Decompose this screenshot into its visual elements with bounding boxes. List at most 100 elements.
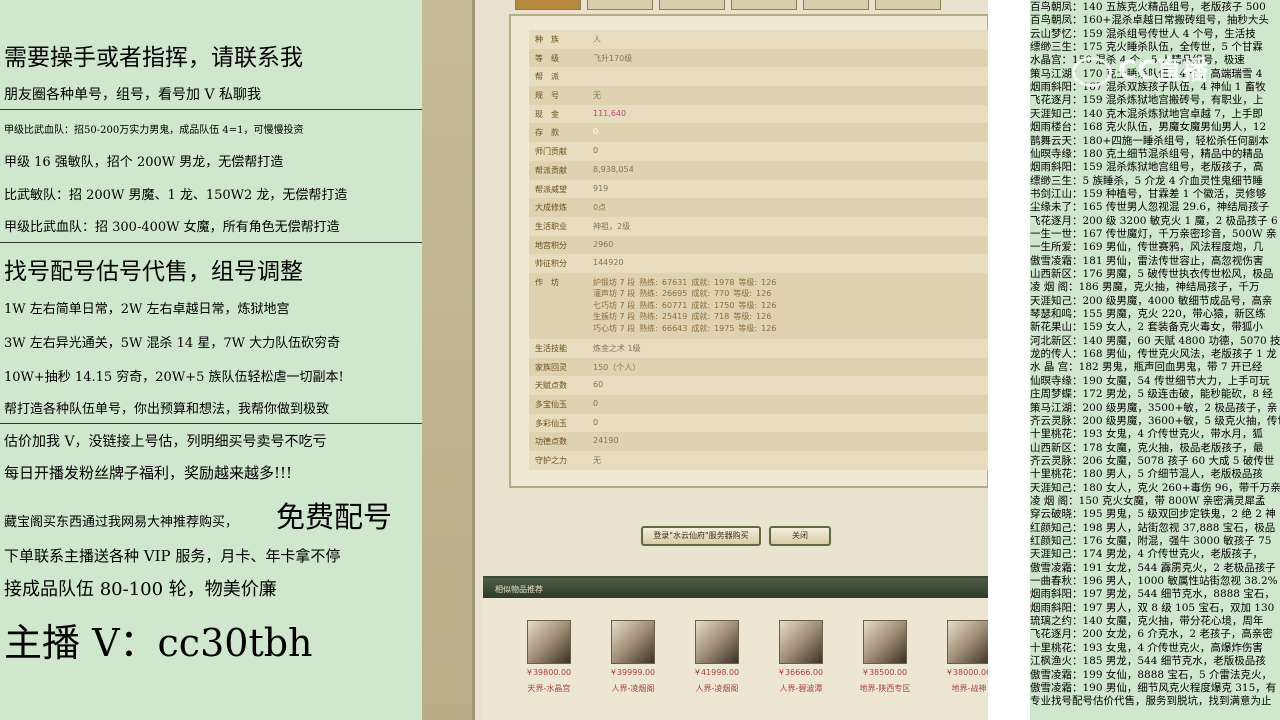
rec-server-name: 人界-凌烟阁 — [611, 684, 655, 693]
character-portrait-icon[interactable] — [779, 620, 823, 664]
info-key: 守护之力 — [535, 456, 567, 466]
cc-watermark: CC直播 — [1072, 50, 1242, 90]
info-key: 现 金 — [535, 109, 559, 119]
character-portrait-icon[interactable] — [863, 620, 907, 664]
character-portrait-icon[interactable] — [695, 620, 739, 664]
rec-server-name: 人界-凌烟阁 — [695, 684, 739, 693]
divider-strip — [988, 0, 1030, 720]
divider — [0, 109, 422, 110]
info-row: 规 号无 — [529, 86, 988, 105]
workshop-item: 灌声坊 7 段熟练: 26695 成就: 770 等级: 126 — [593, 288, 775, 299]
currency-symbol: ¥ — [862, 668, 868, 677]
ticker-line: 天涯知己：200 级男魔，4000 敏细节成品号，高亲 — [1030, 294, 1273, 307]
ticker-line: 策马江湖：200 级男魔，3500+敏，2 极品孩子，亲 — [1030, 401, 1278, 414]
divider — [0, 242, 422, 243]
tab-6[interactable] — [875, 0, 941, 10]
workshop-fame: 1750 — [714, 300, 735, 310]
workshop-item: 炉锻坊 7 段熟练: 67631 成就: 1978 等级: 126 — [593, 277, 780, 288]
workshop-name: 生簇坊 7 段 — [593, 312, 636, 322]
ticker-line: 烟雨斜阳：159 混杀炼狱地宫组号，老版孩子，高 — [1030, 161, 1264, 174]
ticker-line: 缥缈三生：5 族睡杀，5 介龙 4 介血灵性鬼细节睡 — [1030, 174, 1263, 187]
ticker-line: 天涯知己：180 女人，克火 260+毒伤 96，带千万亲 — [1030, 481, 1280, 494]
rec-price-value: 41998.00 — [700, 668, 740, 677]
info-value: 0 — [593, 399, 599, 408]
rec-item[interactable]: ¥41998.00 人界-凌烟阁 — [679, 620, 755, 694]
workshop-prof-label: 熟练: — [639, 323, 658, 333]
info-key: 帅征积分 — [535, 259, 567, 269]
ticker-line: 飞花逐月：200 级 3200 敏克火 1 魔，2 极品孩子 6 — [1030, 214, 1278, 227]
workshop-lvl: 126 — [756, 312, 772, 322]
rec-item[interactable]: ¥39999.00 人界-凌烟阁 — [595, 620, 671, 694]
ticker-line: 齐云灵脉：206 女魔，5078 孩子 60 大成 5 破传世 — [1030, 454, 1275, 467]
info-row: 帅征积分 144920 — [529, 254, 988, 273]
rec-item[interactable]: ¥38000.00 地界-战神 — [931, 620, 988, 694]
ticker-line: 琴瑟和鸣：155 男魔，克火 220，带心猿，新区练 — [1030, 308, 1266, 321]
workshop-fame-label: 成就: — [691, 312, 711, 322]
info-row: 多宝仙玉 0 — [529, 395, 988, 414]
info-value: 111,640 — [593, 108, 627, 118]
character-portrait-icon[interactable] — [947, 620, 988, 664]
info-key: 帮派威望 — [535, 184, 567, 194]
scene-background — [422, 0, 472, 720]
character-portrait-icon[interactable] — [527, 620, 571, 664]
tab-3[interactable] — [659, 0, 725, 10]
tab-2[interactable] — [587, 0, 653, 10]
info-row: 大成修炼 0点 — [529, 198, 988, 217]
ticker-line: 齐云灵脉：200 级男魔，3600+敏，5 级克火抽，传世 — [1030, 414, 1280, 427]
info-row: 帮派贡献 8,938,054 — [529, 160, 988, 180]
info-key: 师门贡献 — [535, 147, 567, 157]
currency-symbol: ¥ — [946, 668, 952, 677]
workshop-prof: 60771 — [661, 300, 688, 310]
rec-item[interactable]: ¥39800.00 天界-水晶宫 — [511, 620, 587, 694]
ticker-line: 山西新区：176 男魔，5 破传世执衣传世松风，极品 — [1030, 268, 1274, 280]
rec-item[interactable]: ¥36666.00 人界-碧波潭 — [763, 620, 839, 694]
info-value: 60 — [593, 380, 604, 390]
workshop-name: 灌声坊 7 段 — [593, 289, 636, 299]
info-value: 150（个人） — [593, 362, 641, 372]
workshop-fame: 1978 — [714, 277, 735, 287]
info-value: 0 — [593, 146, 599, 156]
info-key: 种 族 — [535, 35, 559, 44]
character-info-panel: 种 族人等 级飞升170级帮 派规 号无现 金 111,640 存 款 0 师门贡献 0 帮… — [509, 14, 988, 488]
info-key: 地宫积分 — [535, 240, 567, 250]
ad-line-14: 藏宝阁买东西通过我网易大神推荐购买， — [4, 515, 239, 530]
tab-4[interactable] — [731, 0, 797, 10]
info-value: 144920 — [593, 258, 624, 268]
rec-server-name: 地界-战神 — [951, 684, 987, 693]
info-row: 天赋点数 60 — [529, 376, 988, 395]
workshop-lvl-label: 等级: — [733, 289, 753, 299]
workshop-lvl: 126 — [761, 323, 777, 333]
close-button[interactable]: 关闭 — [769, 526, 831, 546]
character-portrait-icon[interactable] — [611, 620, 655, 664]
info-value: 8,938,054 — [593, 164, 634, 174]
tab-5[interactable] — [803, 0, 869, 10]
info-table: 种 族人等 级飞升170级帮 派规 号无现 金 111,640 存 款 0 师门贡献 0 帮… — [529, 30, 988, 470]
tab-strip — [487, 0, 987, 10]
login-server-buy-button[interactable]: 登录"水云仙府"服务器购买 — [641, 526, 761, 546]
ticker-line: 烟雨斜阳：197 男人，双 8 级 105 宝石，双加 130 — [1030, 601, 1275, 614]
info-row: 生活职业 神祖，2级 — [529, 216, 988, 236]
info-value: 人 — [593, 35, 601, 44]
workshop-name: 巧心坊 7 段 — [593, 323, 636, 333]
info-row: 帮 派 — [529, 67, 988, 87]
currency-symbol: ¥ — [778, 668, 784, 677]
info-row: 等 级 飞升170级 — [529, 48, 988, 68]
ad-line-8: 1W 左右简单日常，2W 左右卓越日常，炼狱地宫 — [4, 302, 290, 317]
info-key: 多宝仙玉 — [535, 400, 567, 409]
ticker-line: 十里桃花：193 女鬼，4 介传世克火，高爆炸伤害 — [1030, 641, 1263, 654]
ticker-line: 凌 烟 阁：150 克火女魔，带 800W 亲密满灵犀孟 — [1030, 494, 1266, 507]
ticker-line: 江枫渔火：185 男龙，544 细节克水，老版极品孩 — [1030, 655, 1266, 668]
rec-item[interactable]: ¥38500.00 地界-陕西专区 — [847, 620, 923, 694]
workshop-item: 七巧坊 7 段熟练: 60771 成就: 1750 等级: 126 — [593, 300, 780, 311]
rec-price: ¥41998.00 — [679, 668, 755, 677]
tab-1[interactable] — [515, 0, 581, 10]
workshop-name: 七巧坊 7 段 — [593, 300, 636, 310]
rec-server-name: 人界-碧波潭 — [779, 684, 823, 693]
ticker-line: 凌 烟 阁：186 男魔，克火抽，神结局孩子，千万 — [1030, 281, 1260, 294]
info-value: 2960 — [593, 239, 614, 249]
rec-price: ¥39999.00 — [595, 668, 671, 677]
workshop-fame-label: 成就: — [691, 277, 711, 287]
info-key: 家族回灵 — [535, 362, 567, 372]
rec-price-value: 38500.00 — [868, 668, 908, 677]
info-key: 生活职业 — [535, 221, 567, 231]
